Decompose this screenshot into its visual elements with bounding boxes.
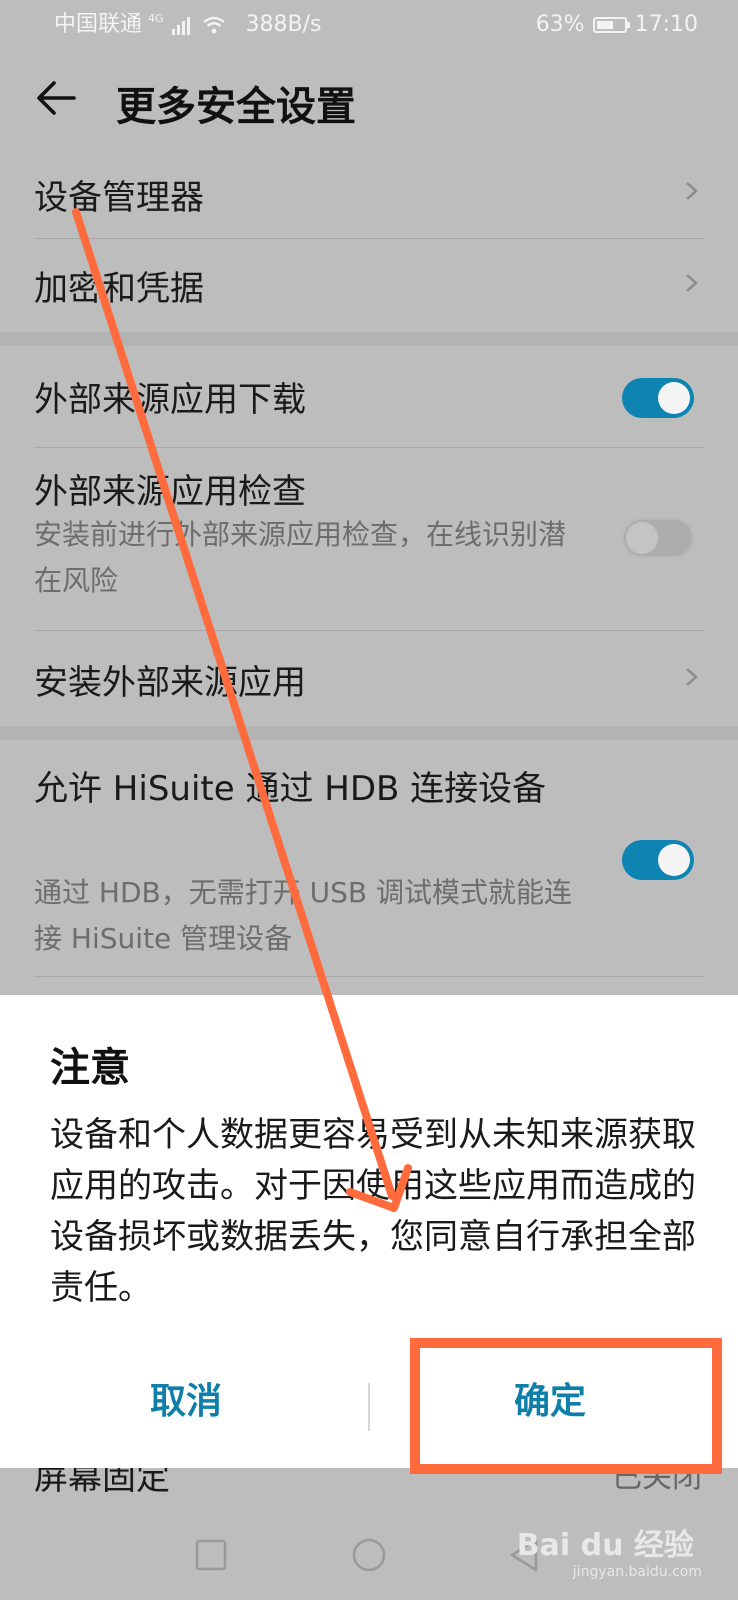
chevron-right-icon xyxy=(686,274,698,292)
setting-title: 外部来源应用检查 xyxy=(34,472,306,512)
wifi-icon xyxy=(202,16,225,34)
setting-hisuite-hdb[interactable]: 允许 HiSuite 通过 HDB 连接设备 通过 HDB，无需打开 USB 调… xyxy=(34,740,704,985)
watermark-brand: Bai du 经验 xyxy=(516,1528,694,1563)
battery-percent: 63% xyxy=(535,12,585,37)
toggle-knob xyxy=(658,382,690,414)
setting-encryption-credentials[interactable]: 加密和凭据 xyxy=(34,239,704,331)
signal-icon xyxy=(171,15,190,35)
page-title: 更多安全设置 xyxy=(116,84,356,130)
setting-install-external-apps[interactable]: 安装外部来源应用 xyxy=(34,631,704,723)
setting-title: 外部来源应用下载 xyxy=(34,380,306,420)
network-speed: 388B/s xyxy=(245,12,322,37)
dialog-title: 注意 xyxy=(50,1045,130,1091)
home-icon[interactable] xyxy=(344,1530,394,1580)
status-bar: 中国联通 4G 388B/s 63% 17:10 xyxy=(0,0,738,50)
toggle-knob xyxy=(658,844,690,876)
group-separator xyxy=(0,726,738,740)
confirm-highlight-box xyxy=(410,1338,722,1474)
chevron-right-icon xyxy=(686,182,698,200)
battery-fill xyxy=(596,21,613,29)
settings-group-3: 允许 HiSuite 通过 HDB 连接设备 通过 HDB，无需打开 USB 调… xyxy=(0,740,738,995)
external-check-toggle[interactable] xyxy=(622,518,694,558)
settings-group-1: 设备管理器 加密和凭据 xyxy=(0,146,738,332)
divider xyxy=(34,976,704,977)
dialog-message: 设备和个人数据更容易受到从未知来源获取应用的攻击。对于因使用这些应用而造成的设备… xyxy=(50,1115,696,1308)
setting-title: 安装外部来源应用 xyxy=(34,663,306,703)
settings-group-2: 外部来源应用下载 外部来源应用检查 安装前进行外部来源应用检查，在线识别潜在风险… xyxy=(0,346,738,726)
battery-icon xyxy=(592,17,630,33)
external-download-toggle[interactable] xyxy=(622,378,694,418)
toggle-knob xyxy=(626,522,658,554)
back-arrow-icon[interactable] xyxy=(34,76,78,120)
watermark-url: jingyan.baidu.com xyxy=(572,1564,702,1580)
setting-device-manager[interactable]: 设备管理器 xyxy=(34,146,704,238)
clock: 17:10 xyxy=(634,12,698,37)
network-type: 4G xyxy=(148,12,164,25)
hisuite-hdb-toggle[interactable] xyxy=(622,840,694,880)
carrier-label: 中国联通 xyxy=(54,12,143,37)
setting-title: 加密和凭据 xyxy=(34,269,204,309)
setting-subtitle: 通过 HDB，无需打开 USB 调试模式就能连接 HiSuite 管理设备 xyxy=(34,876,573,955)
baidu-watermark: Bai du 经验 jingyan.baidu.com xyxy=(517,1520,702,1580)
status-right: 63% 17:10 xyxy=(536,0,698,50)
setting-title: 允许 HiSuite 通过 HDB 连接设备 xyxy=(34,769,547,809)
app-bar: 更多安全设置 xyxy=(0,50,738,146)
setting-external-source-check[interactable]: 外部来源应用检查 安装前进行外部来源应用检查，在线识别潜在风险 xyxy=(34,448,704,618)
status-left: 中国联通 4G 388B/s xyxy=(54,0,322,50)
recent-apps-icon[interactable] xyxy=(186,1530,236,1580)
button-divider xyxy=(368,1383,370,1431)
setting-subtitle: 安装前进行外部来源应用检查，在线识别潜在风险 xyxy=(34,518,567,597)
setting-title: 设备管理器 xyxy=(34,178,204,218)
group-separator xyxy=(0,332,738,346)
cancel-button[interactable]: 取消 xyxy=(36,1367,336,1437)
setting-external-source-download[interactable]: 外部来源应用下载 xyxy=(34,346,704,448)
chevron-right-icon xyxy=(686,668,698,686)
